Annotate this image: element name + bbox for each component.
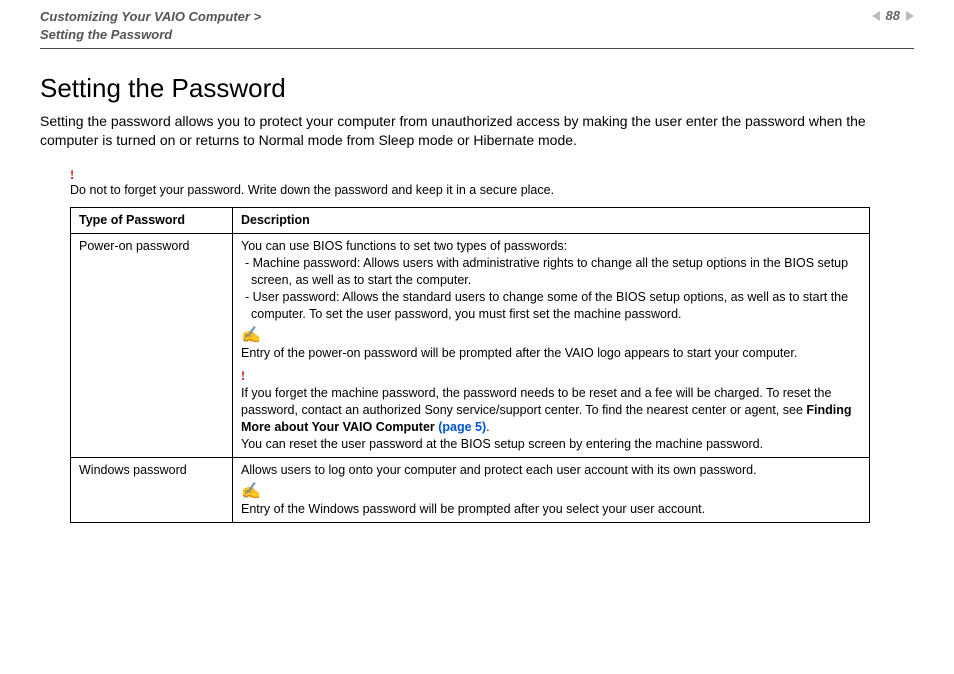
row1-warn-after: . xyxy=(486,420,489,434)
row1-warn-link[interactable]: (page 5) xyxy=(438,420,486,434)
table-row: Power-on password You can use BIOS funct… xyxy=(71,234,870,458)
header-description: Description xyxy=(233,208,870,234)
top-warning: ! Do not to forget your password. Write … xyxy=(70,168,914,197)
row1-desc-intro: You can use BIOS functions to set two ty… xyxy=(241,238,861,255)
row1-note1: Entry of the power-on password will be p… xyxy=(241,345,861,362)
row2-type: Windows password xyxy=(71,457,233,523)
password-table: Type of Password Description Power-on pa… xyxy=(70,207,870,523)
warning-icon: ! xyxy=(241,369,245,383)
breadcrumb-line1: Customizing Your VAIO Computer > xyxy=(40,9,261,24)
next-page-icon[interactable] xyxy=(906,11,914,21)
breadcrumb-line2: Setting the Password xyxy=(40,27,172,42)
breadcrumb: Customizing Your VAIO Computer > Setting… xyxy=(40,8,261,44)
row1-type: Power-on password xyxy=(71,234,233,458)
row1-warning: If you forget the machine password, the … xyxy=(241,385,861,436)
row1-bullet2: - User password: Allows the standard use… xyxy=(241,289,861,323)
row1-warn-text: If you forget the machine password, the … xyxy=(241,386,831,417)
row1-reset-user: You can reset the user password at the B… xyxy=(241,436,861,453)
row1-bullet1: - Machine password: Allows users with ad… xyxy=(241,255,861,289)
page-number: 88 xyxy=(886,8,900,23)
intro-paragraph: Setting the password allows you to prote… xyxy=(40,112,914,150)
warning-icon: ! xyxy=(70,168,74,182)
pager: 88 xyxy=(872,8,914,23)
header-type: Type of Password xyxy=(71,208,233,234)
prev-page-icon[interactable] xyxy=(872,11,880,21)
row1-description: You can use BIOS functions to set two ty… xyxy=(233,234,870,458)
top-warning-text: Do not to forget your password. Write do… xyxy=(70,183,554,197)
row2-note1: Entry of the Windows password will be pr… xyxy=(241,501,861,518)
table-row: Windows password Allows users to log ont… xyxy=(71,457,870,523)
row2-desc-intro: Allows users to log onto your computer a… xyxy=(241,462,861,479)
note-icon: ✍ xyxy=(241,484,261,500)
page-header: Customizing Your VAIO Computer > Setting… xyxy=(40,8,914,49)
row2-description: Allows users to log onto your computer a… xyxy=(233,457,870,523)
page-title: Setting the Password xyxy=(40,73,914,104)
note-icon: ✍ xyxy=(241,328,261,344)
table-header-row: Type of Password Description xyxy=(71,208,870,234)
